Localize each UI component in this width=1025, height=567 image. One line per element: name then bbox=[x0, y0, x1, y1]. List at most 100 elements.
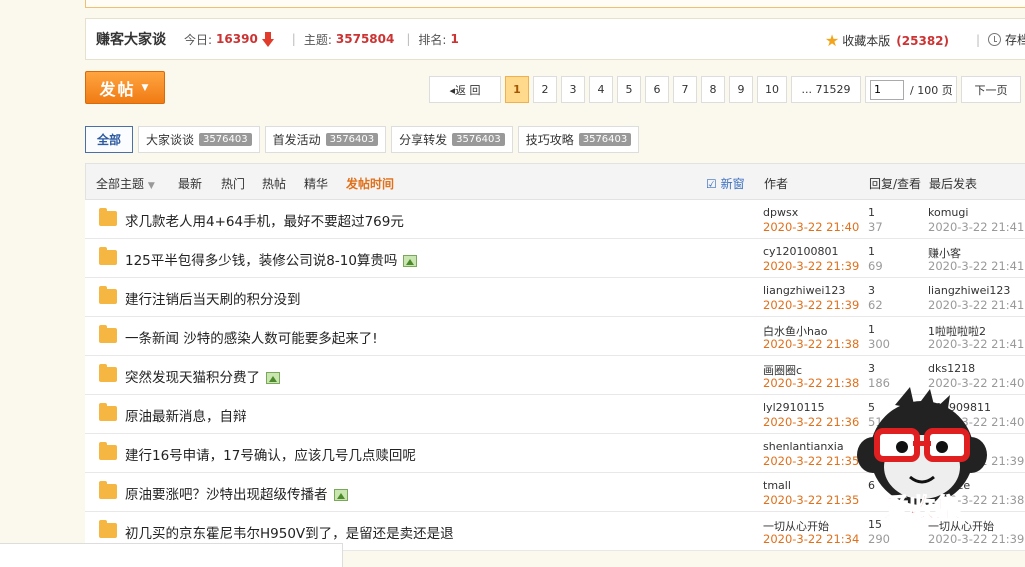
topic-date: 2020-3-22 21:39 bbox=[763, 298, 860, 312]
pagination: ◂返 回 1 2 3 4 5 6 7 8 9 10 ... 71529 / 10… bbox=[429, 76, 1025, 103]
filter-hot[interactable]: 热门 bbox=[221, 175, 245, 192]
topic-author[interactable]: shenlantianxia bbox=[763, 440, 844, 453]
table-row: 125平半包得多少钱，装修公司说8-10算贵吗 cy120100801 2020-3… bbox=[85, 239, 1025, 278]
tab-share[interactable]: 分享转发 3576403 bbox=[391, 126, 513, 153]
topic-title-link[interactable]: 原油最新消息，自辩 bbox=[125, 405, 247, 425]
top-strip bbox=[85, 0, 1025, 8]
last-post-date[interactable]: 2020-3-22 21:41 bbox=[928, 259, 1024, 273]
table-row: 求几款老人用4+64手机，最好不要超过769元 dpwsx 2020-3-22 21… bbox=[85, 200, 1025, 239]
topic-title-link[interactable]: 突然发现天猫积分费了 bbox=[125, 366, 280, 386]
topic-date: 2020-3-22 21:35 bbox=[763, 454, 860, 468]
page-jump-input[interactable] bbox=[870, 79, 904, 100]
page-link-6[interactable]: 6 bbox=[645, 76, 669, 103]
watermark-monkey-logo: 爱收集 bbox=[857, 387, 987, 525]
folder-icon bbox=[99, 325, 117, 343]
last-post-date[interactable]: 2020-3-22 21:41 bbox=[928, 220, 1024, 234]
page-link-10[interactable]: 10 bbox=[757, 76, 787, 103]
tab-all[interactable]: 全部 bbox=[85, 126, 134, 153]
tab-count-badge: 3576403 bbox=[578, 133, 632, 146]
page-link-3[interactable]: 3 bbox=[561, 76, 585, 103]
table-row: 建行注销后当天刷的积分没到 liangzhiwei123 2020-3-22 21:… bbox=[85, 278, 1025, 317]
rank-value: 1 bbox=[450, 32, 459, 46]
filter-all-label: 全部主题 bbox=[96, 177, 145, 191]
last-post-author[interactable]: komugi bbox=[928, 206, 968, 219]
topic-author[interactable]: lyl2910115 bbox=[763, 401, 825, 414]
page-link-last[interactable]: ... 71529 bbox=[791, 76, 861, 103]
last-post-date[interactable]: 2020-3-22 21:39 bbox=[928, 532, 1024, 546]
topic-title: 原油要涨吧？沙特出现超级传播者 bbox=[125, 487, 328, 503]
topic-author[interactable]: cy120100801 bbox=[763, 245, 839, 258]
topic-date: 2020-3-22 21:38 bbox=[763, 376, 860, 390]
new-window-toggle[interactable]: ☑ 新窗 bbox=[706, 175, 745, 192]
filter-hot-posts[interactable]: 热帖 bbox=[262, 175, 286, 192]
folder-icon bbox=[99, 286, 117, 304]
topic-views: 300 bbox=[868, 337, 890, 351]
back-button[interactable]: ◂返 回 bbox=[429, 76, 501, 103]
page-total: / 100 页 bbox=[910, 83, 953, 97]
watermark-text: 爱收集 bbox=[883, 493, 962, 524]
last-post-author[interactable]: liangzhiwei123 bbox=[928, 284, 1010, 297]
last-post-date[interactable]: 2020-3-22 21:41 bbox=[928, 337, 1024, 351]
topic-date: 2020-3-22 21:40 bbox=[763, 220, 860, 234]
favorite-count: (25382) bbox=[896, 33, 949, 48]
page-jump: / 100 页 bbox=[865, 76, 957, 103]
divider: | bbox=[406, 32, 411, 46]
topic-title-link[interactable]: 建行16号申请，17号确认，应该几号几点赎回呢 bbox=[125, 444, 416, 464]
forum-name[interactable]: 赚客大家谈 bbox=[96, 29, 166, 49]
topic-replies: 1 bbox=[868, 245, 875, 258]
last-post-date[interactable]: 2020-3-22 21:41 bbox=[928, 298, 1024, 312]
new-post-label: 发帖 bbox=[99, 79, 136, 99]
clock-icon bbox=[987, 33, 1001, 46]
page-link-2[interactable]: 2 bbox=[533, 76, 557, 103]
topic-author[interactable]: tmall bbox=[763, 479, 791, 492]
page-link-8[interactable]: 8 bbox=[701, 76, 725, 103]
folder-icon bbox=[99, 442, 117, 460]
tab-tips[interactable]: 技巧攻略 3576403 bbox=[517, 126, 640, 153]
sort-post-time[interactable]: 发帖时间 bbox=[346, 175, 394, 192]
new-post-button[interactable]: 发帖 ▼ bbox=[85, 71, 165, 104]
topic-title: 初几买的京东霍尼韦尔H950V到了，是留还是卖还是退 bbox=[125, 526, 454, 542]
column-reply-view: 回复/查看 bbox=[869, 177, 922, 191]
tab-count-badge: 3576403 bbox=[325, 133, 379, 146]
tab-count-badge: 3576403 bbox=[452, 133, 505, 146]
today-label: 今日: bbox=[184, 32, 213, 47]
image-attachment-icon bbox=[333, 489, 348, 501]
page-link-5[interactable]: 5 bbox=[617, 76, 641, 103]
topic-title-link[interactable]: 原油要涨吧？沙特出现超级传播者 bbox=[125, 483, 348, 503]
filter-latest[interactable]: 最新 bbox=[178, 175, 202, 192]
folder-icon bbox=[99, 208, 117, 226]
topic-title: 原油最新消息，自辩 bbox=[125, 409, 247, 425]
table-row: 一条新闻 沙特的感染人数可能要多起来了! 白水鱼小hao 2020-3-22 21:… bbox=[85, 317, 1025, 356]
tab-label: 大家谈谈 bbox=[146, 133, 195, 147]
chevron-down-icon: ▼ bbox=[147, 181, 155, 191]
topic-title: 突然发现天猫积分费了 bbox=[125, 370, 260, 386]
page-link-9[interactable]: 9 bbox=[729, 76, 753, 103]
topic-date: 2020-3-22 21:34 bbox=[763, 532, 860, 546]
page-link-1[interactable]: 1 bbox=[505, 76, 529, 103]
topic-views: 37 bbox=[868, 220, 883, 234]
filter-essence[interactable]: 精华 bbox=[304, 175, 328, 192]
tab-first-activity[interactable]: 首发活动 3576403 bbox=[264, 126, 387, 153]
column-author: 作者 bbox=[764, 177, 789, 191]
image-attachment-icon bbox=[266, 372, 280, 384]
favorite-board-button[interactable]: ★ 收藏本版 (25382) bbox=[825, 31, 949, 50]
tab-chat[interactable]: 大家谈谈 3576403 bbox=[138, 126, 260, 153]
tab-count-badge: 3576403 bbox=[199, 133, 252, 146]
topic-title-link[interactable]: 建行注销后当天刷的积分没到 bbox=[125, 288, 301, 308]
topic-title-link[interactable]: 一条新闻 沙特的感染人数可能要多起来了! bbox=[125, 327, 378, 347]
topic-author[interactable]: liangzhiwei123 bbox=[763, 284, 845, 297]
topic-author[interactable]: dpwsx bbox=[763, 206, 798, 219]
page-link-4[interactable]: 4 bbox=[589, 76, 613, 103]
next-page-button[interactable]: 下一页 bbox=[961, 76, 1021, 103]
last-post-author[interactable]: dks1218 bbox=[928, 362, 975, 375]
topics-count: 3575804 bbox=[335, 32, 395, 46]
topic-title-link[interactable]: 125平半包得多少钱，装修公司说8-10算贵吗 bbox=[125, 249, 418, 269]
page-link-7[interactable]: 7 bbox=[673, 76, 697, 103]
filter-all-topics[interactable]: 全部主题 ▼ bbox=[96, 175, 155, 192]
topic-title-link[interactable]: 求几款老人用4+64手机，最好不要超过769元 bbox=[125, 210, 404, 230]
topic-date: 2020-3-22 21:38 bbox=[763, 337, 860, 351]
folder-icon bbox=[99, 247, 117, 265]
archive-link[interactable]: | 存档 bbox=[968, 31, 1025, 48]
topic-title-link[interactable]: 初几买的京东霍尼韦尔H950V到了，是留还是卖还是退 bbox=[125, 522, 454, 542]
topic-title: 建行注销后当天刷的积分没到 bbox=[125, 292, 301, 308]
